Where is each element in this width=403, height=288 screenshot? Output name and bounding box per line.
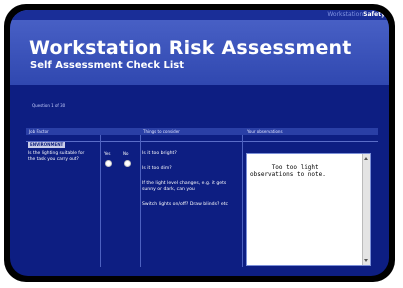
question-text: Is the lighting suitable for the task yo… xyxy=(28,151,85,162)
column-divider xyxy=(100,135,101,267)
scroll-down-arrow-icon[interactable] xyxy=(364,259,368,262)
observations-scrollbar[interactable] xyxy=(362,154,370,265)
answer-label-yes: Yes xyxy=(104,151,111,156)
answer-radio-no[interactable] xyxy=(124,160,131,167)
observations-textarea[interactable]: Too too light observations to note. xyxy=(246,153,371,266)
consideration-item: Is it too bright? xyxy=(142,151,177,156)
table-header: Job Factor Things to consider Your obser… xyxy=(26,128,378,135)
column-header-job-factor: Job Factor xyxy=(29,129,49,134)
answer-radio-group: Yes No xyxy=(103,151,141,171)
answer-radio-yes[interactable] xyxy=(105,160,112,167)
page-title: Workstation Risk Assessment xyxy=(29,37,352,59)
consideration-item: Switch lights on/off? Draw blinds? etc xyxy=(142,202,229,207)
brand-logo: WorkstationSafety xyxy=(327,10,385,20)
monitor-frame: WorkstationSafety Workstation Risk Asses… xyxy=(4,4,395,282)
considerations-list: Is it too bright? Is it too dim? If the … xyxy=(142,151,238,217)
column-divider xyxy=(242,135,243,267)
consideration-item: If the light level changes, e.g. it gets… xyxy=(142,181,227,192)
app-screen: WorkstationSafety Workstation Risk Asses… xyxy=(10,10,389,276)
section-label: ENVIRONMENT xyxy=(28,142,66,148)
observations-text: Too too light observations to note. xyxy=(250,164,326,178)
question-counter: Question 1 of 30 xyxy=(32,103,66,108)
row-divider xyxy=(26,141,378,142)
brand-logo-part2: Safety xyxy=(363,11,385,18)
page-header: WorkstationSafety Workstation Risk Asses… xyxy=(10,10,389,85)
answer-label-no: No xyxy=(123,151,129,156)
column-header-things-to-consider: Things to consider xyxy=(143,129,180,134)
page-subtitle: Self Assessment Check List xyxy=(30,60,184,71)
brand-bar: WorkstationSafety xyxy=(10,10,389,20)
scroll-up-arrow-icon[interactable] xyxy=(364,157,368,160)
column-header-observations: Your observations xyxy=(247,129,283,134)
consideration-item: Is it too dim? xyxy=(142,166,172,171)
brand-logo-part1: Workstation xyxy=(327,11,364,18)
